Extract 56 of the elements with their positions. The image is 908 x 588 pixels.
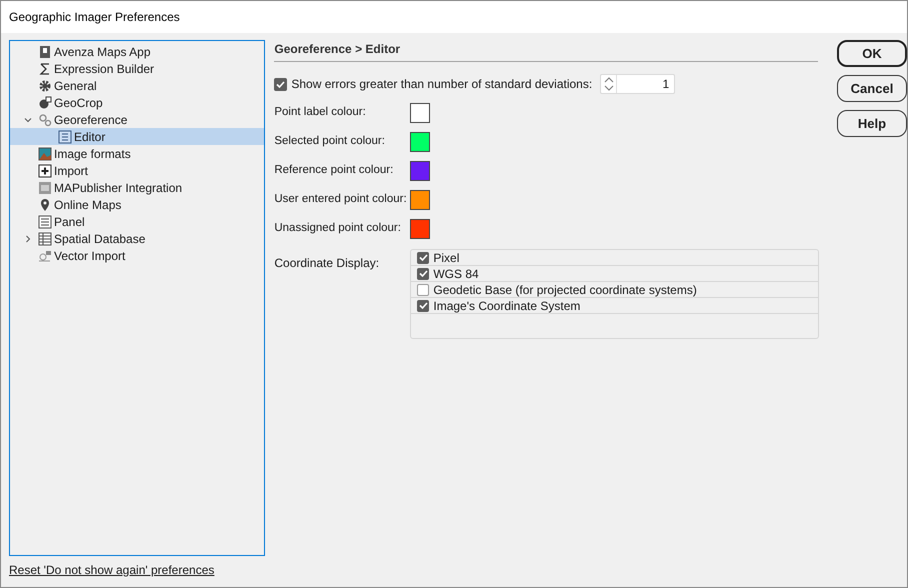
option-label: Image's Coordinate System xyxy=(433,298,580,314)
category-icon xyxy=(38,164,52,178)
window-title: Geographic Imager Preferences xyxy=(9,9,180,26)
category-icon xyxy=(38,44,52,58)
collapse-chevron-icon[interactable] xyxy=(24,116,32,124)
option-checkbox[interactable] xyxy=(417,252,430,264)
tree-item[interactable]: Expression Builder xyxy=(10,60,264,77)
tree-item[interactable]: MAPublisher Integration xyxy=(10,179,264,196)
colour-label: Selected point colour: xyxy=(274,134,386,149)
colour-swatch[interactable] xyxy=(410,190,430,210)
section-heading: Georeference > Editor xyxy=(274,41,402,56)
tree-item[interactable]: General xyxy=(10,77,264,94)
deviations-spinbox[interactable]: 1 xyxy=(600,74,676,94)
tree-item[interactable]: Panel xyxy=(10,213,264,230)
category-icon xyxy=(38,180,52,194)
tree-item[interactable]: Import xyxy=(10,162,264,179)
colour-label: Unassigned point colour: xyxy=(274,220,402,236)
show-errors-checkbox[interactable] xyxy=(274,78,288,90)
colour-label: User entered point colour: xyxy=(274,192,408,207)
colour-swatch[interactable] xyxy=(410,160,430,180)
colour-label: Point label colour: xyxy=(274,104,367,120)
category-icon xyxy=(38,198,52,212)
tree-item[interactable]: Vector Import xyxy=(10,247,264,264)
tree-item[interactable]: Spatial Database xyxy=(10,230,264,247)
tree-item[interactable]: Editor xyxy=(10,128,264,145)
category-icon xyxy=(38,78,52,92)
category-icon xyxy=(58,130,72,144)
coordinate-display-label: Coordinate Display: xyxy=(274,255,380,272)
show-errors-label: Show errors greater than number of standard deviations: xyxy=(291,76,592,93)
category-icon xyxy=(38,146,52,160)
tree-item[interactable]: Avenza Maps App xyxy=(10,43,264,60)
colour-swatch[interactable] xyxy=(410,132,430,152)
tree-item[interactable]: GeoCrop xyxy=(10,94,264,111)
option-checkbox[interactable] xyxy=(417,284,430,296)
colour-label: Reference point colour: xyxy=(274,162,394,178)
category-icon xyxy=(38,112,52,126)
tree-item[interactable]: Image formats xyxy=(10,145,264,162)
category-icon xyxy=(38,96,52,110)
tree-item[interactable]: Online Maps xyxy=(10,196,264,213)
category-icon xyxy=(38,214,52,228)
option-checkbox[interactable] xyxy=(417,268,430,280)
option-label: WGS 84 xyxy=(433,266,479,282)
option-label: Geodetic Base (for projected coordinate systems) xyxy=(433,282,697,298)
reset-preferences-link[interactable]: Reset 'Do not show again' preferences xyxy=(9,561,214,579)
option-checkbox[interactable] xyxy=(417,300,430,312)
colour-swatch[interactable] xyxy=(410,218,430,238)
dialog-button[interactable]: Cancel xyxy=(837,75,907,102)
option-label: Pixel xyxy=(433,250,460,266)
dialog-button[interactable]: OK xyxy=(837,40,907,67)
category-icon xyxy=(38,248,52,262)
colour-swatch[interactable] xyxy=(410,102,430,122)
tree-item[interactable]: Georeference xyxy=(10,111,264,128)
expand-chevron-icon[interactable] xyxy=(24,234,32,242)
category-icon xyxy=(38,232,52,246)
dialog-button[interactable]: Help xyxy=(837,110,907,137)
category-icon xyxy=(38,62,52,76)
